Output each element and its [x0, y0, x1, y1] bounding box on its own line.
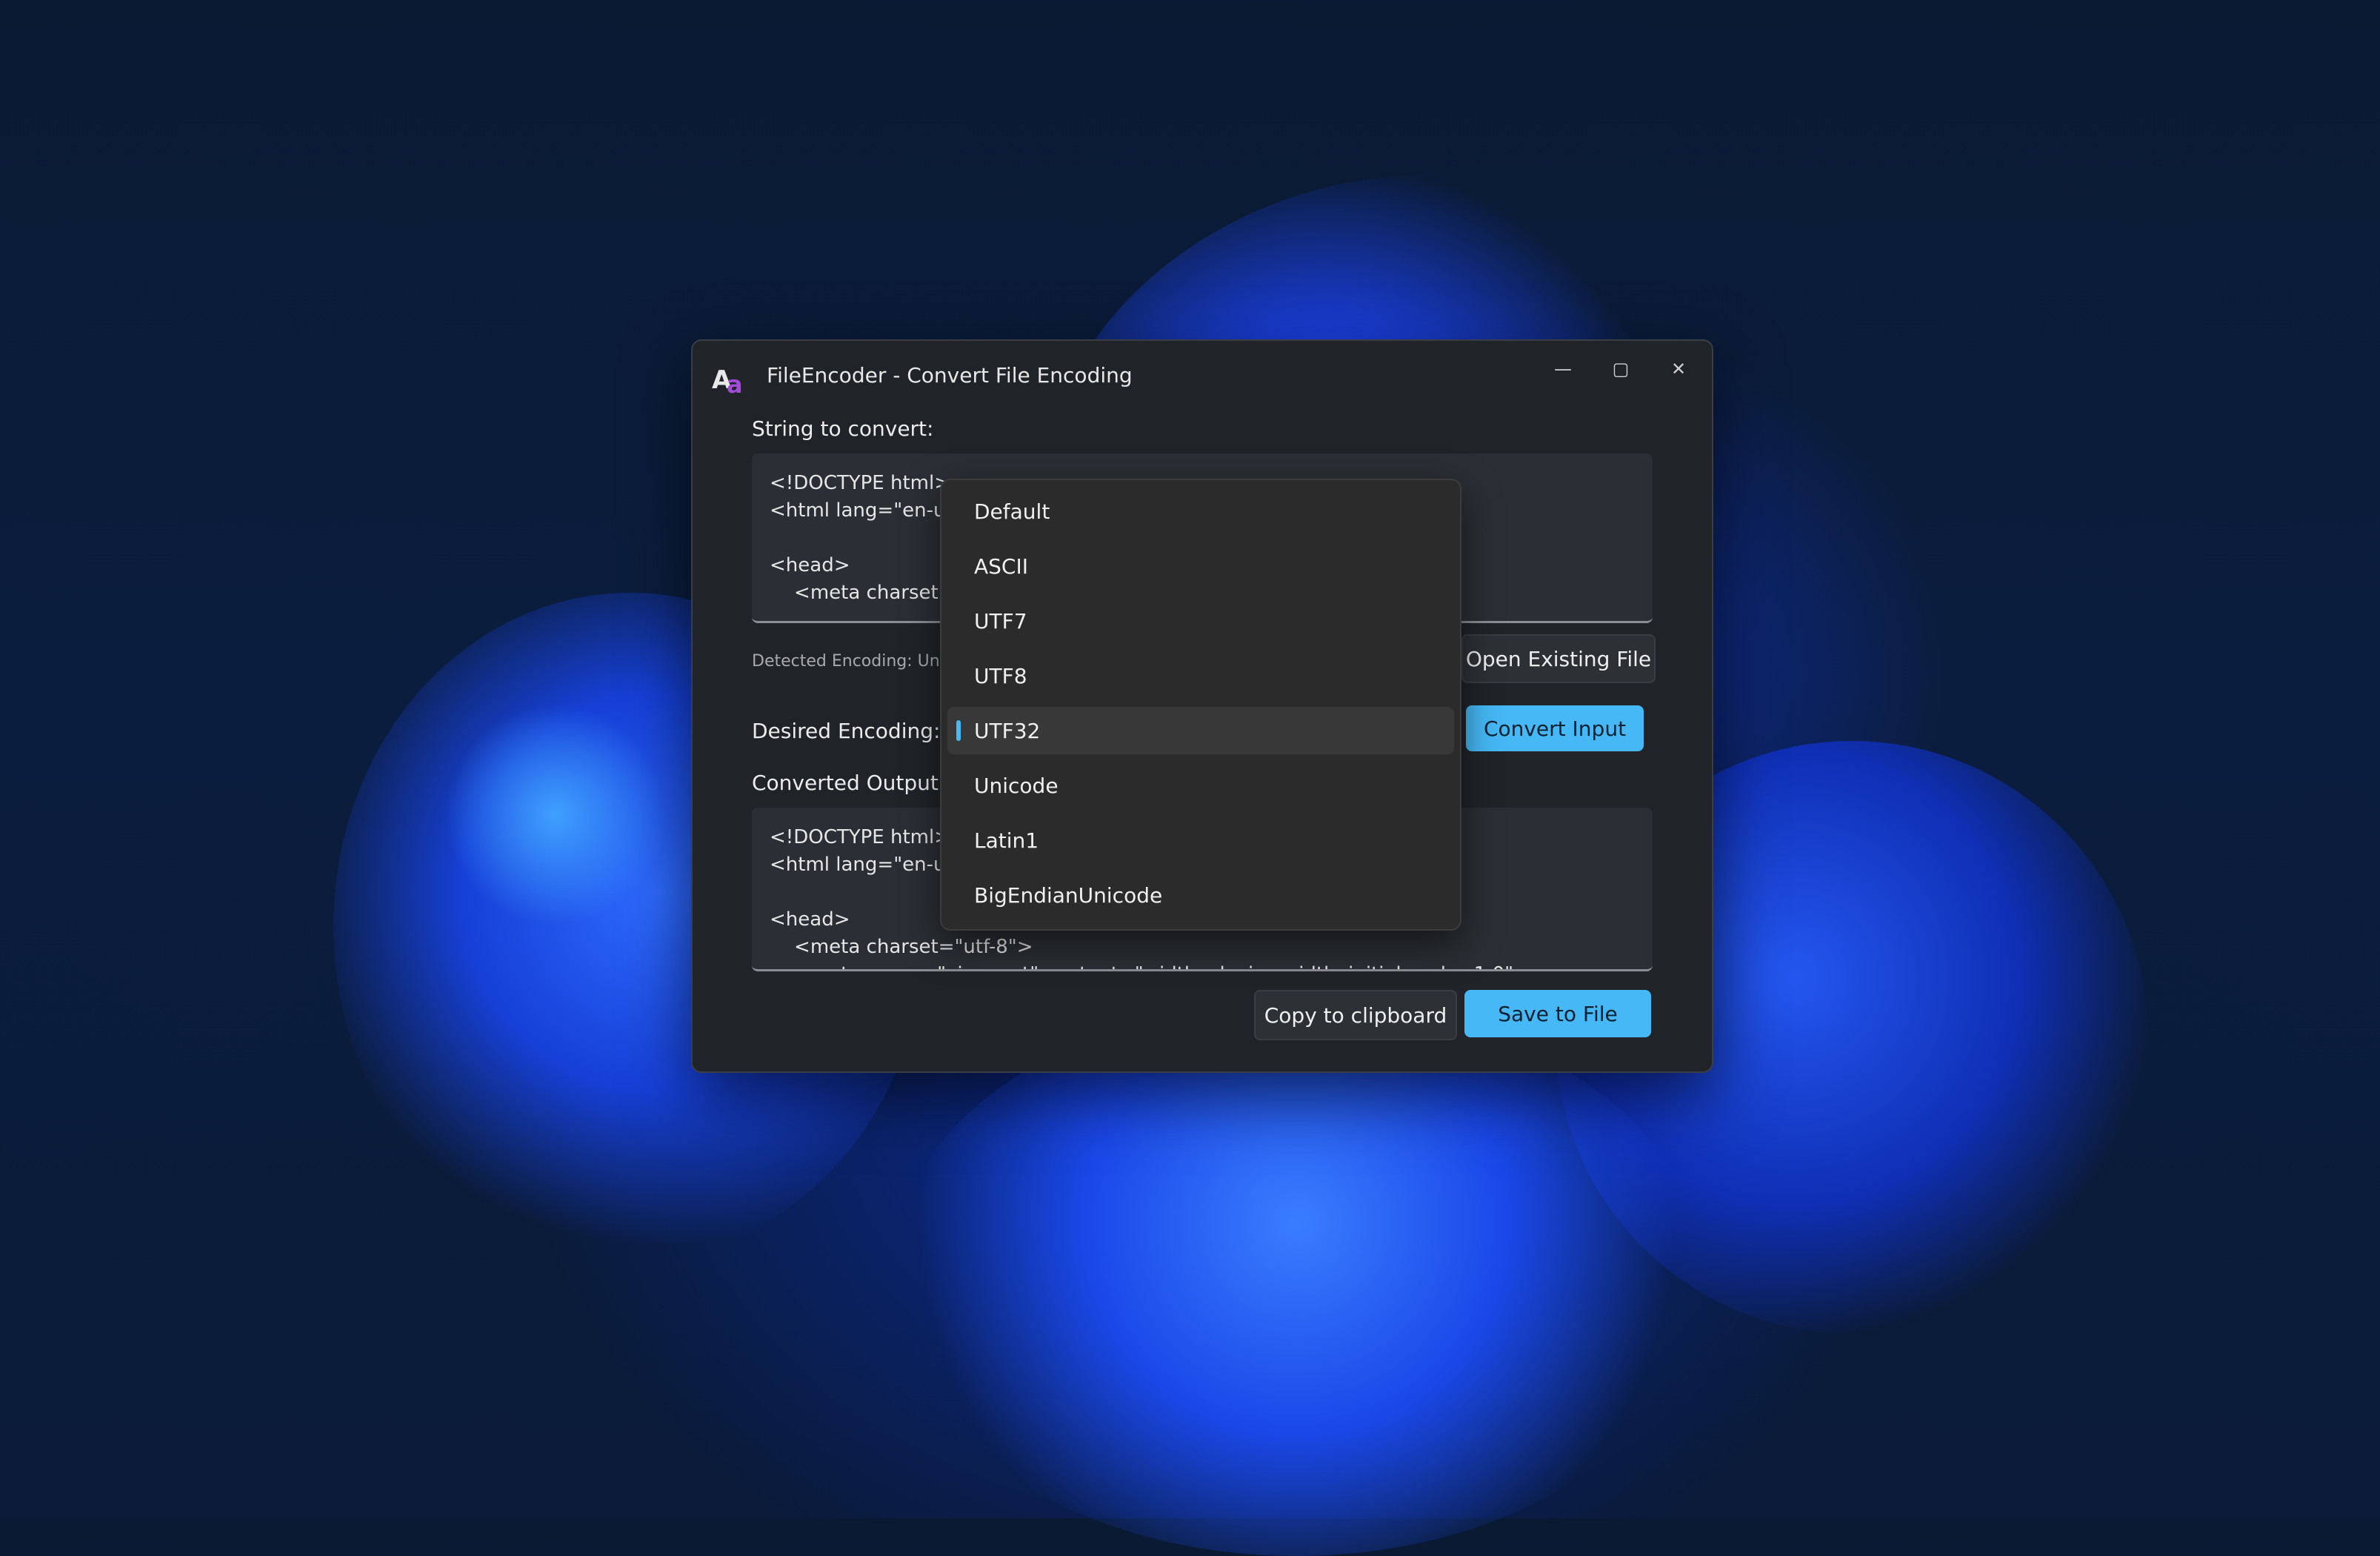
wallpaper-petal [889, 1000, 1704, 1556]
title-bar[interactable]: A a FileEncoder - Convert File Encoding … [693, 341, 1712, 412]
dropdown-option-utf8[interactable]: UTF8 [947, 652, 1454, 699]
dropdown-option-unicode[interactable]: Unicode [947, 762, 1454, 809]
detected-encoding-label: Detected Encoding: Unicode [752, 652, 941, 671]
window-title: FileEncoder - Convert File Encoding [767, 363, 1133, 388]
maximize-icon: ▢ [1612, 359, 1630, 379]
converted-output-label: Converted Output [752, 771, 939, 795]
selection-indicator [956, 720, 961, 741]
dropdown-option-bigendianunicode[interactable]: BigEndianUnicode [947, 871, 1454, 919]
close-icon: ✕ [1670, 359, 1687, 379]
dropdown-option-default[interactable]: Default [947, 488, 1454, 535]
copy-to-clipboard-button[interactable]: Copy to clipboard [1254, 990, 1457, 1040]
open-existing-file-button[interactable]: Open Existing File [1461, 634, 1656, 683]
input-label: String to convert: [752, 416, 934, 441]
save-to-file-button[interactable]: Save to File [1464, 990, 1651, 1037]
dropdown-option-label: UTF32 [974, 718, 1041, 743]
close-button[interactable]: ✕ [1650, 348, 1707, 390]
app-logo-icon: A a [712, 362, 750, 399]
maximize-button[interactable]: ▢ [1592, 348, 1650, 390]
dropdown-option-utf7[interactable]: UTF7 [947, 597, 1454, 645]
minimize-button[interactable]: — [1534, 348, 1592, 390]
wallpaper-petal [444, 704, 667, 926]
convert-input-button[interactable]: Convert Input [1466, 705, 1644, 751]
minimize-icon: — [1554, 359, 1572, 379]
dropdown-option-latin1[interactable]: Latin1 [947, 817, 1454, 864]
dropdown-option-utf32[interactable]: UTF32 [947, 707, 1454, 754]
svg-text:a: a [727, 370, 743, 397]
desired-encoding-label: Desired Encoding: [752, 719, 941, 743]
encoding-dropdown-list[interactable]: Default ASCII UTF7 UTF8 UTF32 Unicode La… [940, 479, 1461, 931]
dropdown-option-ascii[interactable]: ASCII [947, 542, 1454, 590]
